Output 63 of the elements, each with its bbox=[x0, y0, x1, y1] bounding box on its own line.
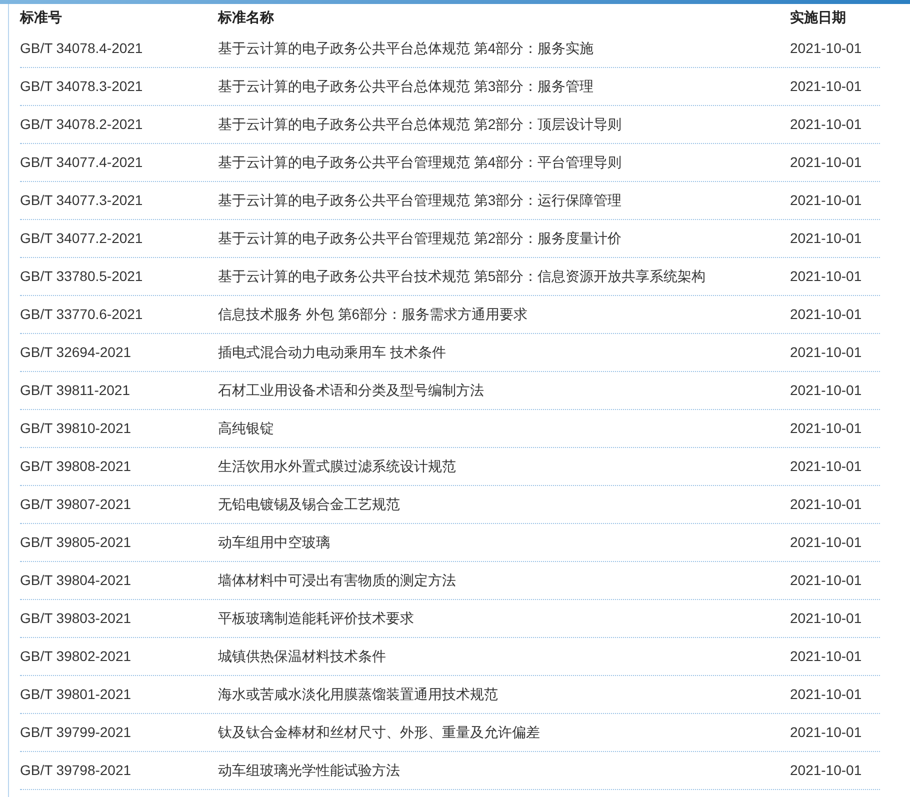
table-cell-text: GB/T 39799-2021 bbox=[20, 723, 132, 742]
table-cell-text: GB/T 34077.2-2021 bbox=[20, 229, 144, 248]
table-cell-text: GB/T 34078.2-2021 bbox=[20, 115, 144, 134]
table-cell-text: GB/T 39798-2021 bbox=[20, 761, 132, 780]
table-cell-text: 2021-10-01 bbox=[790, 153, 863, 172]
table-cell-text: GB/T 39808-2021 bbox=[20, 457, 132, 476]
table-cell-text: GB/T 33770.6-2021 bbox=[20, 305, 144, 324]
table-cell-text: GB/T 39810-2021 bbox=[20, 419, 132, 438]
table-cell-text: GB/T 34077.4-2021 bbox=[20, 153, 144, 172]
table-cell-text: 2021-10-01 bbox=[790, 305, 863, 324]
table-cell-text: 基于云计算的电子政务公共平台技术规范 第5部分：信息资源开放共享系统架构 bbox=[218, 267, 707, 286]
table-cell-text: 2021-10-01 bbox=[790, 685, 863, 704]
table-cell-text: 2021-10-01 bbox=[790, 419, 863, 438]
table-cell-text: 2021-10-01 bbox=[790, 267, 863, 286]
table-cell-text: 2021-10-01 bbox=[790, 381, 863, 400]
table-cell-text: 高纯银锭 bbox=[218, 419, 275, 438]
table-cell-text: 墙体材料中可浸出有害物质的测定方法 bbox=[218, 571, 457, 590]
table-cell-text: GB/T 39802-2021 bbox=[20, 647, 132, 666]
column-header: 标准名称 bbox=[218, 8, 275, 26]
column-header: 标准号 bbox=[20, 8, 63, 26]
table-cell-text: 2021-10-01 bbox=[790, 77, 863, 96]
table-cell-text: 生活饮用水外置式膜过滤系统设计规范 bbox=[218, 457, 457, 476]
table-cell-text: 2021-10-01 bbox=[790, 457, 863, 476]
table-cell-text: GB/T 39803-2021 bbox=[20, 609, 132, 628]
table-cell-text: 插电式混合动力电动乘用车 技术条件 bbox=[218, 343, 447, 362]
table-cell-text: GB/T 39805-2021 bbox=[20, 533, 132, 552]
table-cell-text: 动车组用中空玻璃 bbox=[218, 533, 331, 552]
table-cell-text: 基于云计算的电子政务公共平台管理规范 第3部分：运行保障管理 bbox=[218, 191, 623, 210]
table-cell-text: 2021-10-01 bbox=[790, 723, 863, 742]
table-cell-text: 海水或苦咸水淡化用膜蒸馏装置通用技术规范 bbox=[218, 685, 499, 704]
table-cell-text: 2021-10-01 bbox=[790, 571, 863, 590]
table-cell-text: GB/T 32694-2021 bbox=[20, 343, 132, 362]
table-cell-text: 2021-10-01 bbox=[790, 39, 863, 58]
table-cell-text: GB/T 39807-2021 bbox=[20, 495, 132, 514]
table-cell-text: 基于云计算的电子政务公共平台总体规范 第3部分：服务管理 bbox=[218, 77, 595, 96]
table-cell-text: GB/T 33780.5-2021 bbox=[20, 267, 144, 286]
table-cell-text: 无铅电镀锡及锡合金工艺规范 bbox=[218, 495, 401, 514]
column-header: 实施日期 bbox=[790, 8, 847, 26]
table-cell-text: 钛及钛合金棒材和丝材尺寸、外形、重量及允许偏差 bbox=[218, 723, 541, 742]
table-cell-text: 2021-10-01 bbox=[790, 609, 863, 628]
table-cell-text: GB/T 39804-2021 bbox=[20, 571, 132, 590]
table-cell-text: GB/T 34078.4-2021 bbox=[20, 39, 144, 58]
table-cell-text: GB/T 39801-2021 bbox=[20, 685, 132, 704]
table-cell-text: 2021-10-01 bbox=[790, 191, 863, 210]
table-cell-text: 2021-10-01 bbox=[790, 761, 863, 780]
table-cell-text: GB/T 34078.3-2021 bbox=[20, 77, 144, 96]
table-cell-text: 2021-10-01 bbox=[790, 495, 863, 514]
table-cell-text: GB/T 34077.3-2021 bbox=[20, 191, 144, 210]
table-cell-text: 基于云计算的电子政务公共平台总体规范 第4部分：服务实施 bbox=[218, 39, 595, 58]
table-cell-text: 2021-10-01 bbox=[790, 343, 863, 362]
table-cell-text: 2021-10-01 bbox=[790, 533, 863, 552]
table-cell-text: 基于云计算的电子政务公共平台管理规范 第2部分：服务度量计价 bbox=[218, 229, 623, 248]
table-cell-text: 2021-10-01 bbox=[790, 647, 863, 666]
table-cell-text: 石材工业用设备术语和分类及型号编制方法 bbox=[218, 381, 485, 400]
table-cell-text: 信息技术服务 外包 第6部分：服务需求方通用要求 bbox=[218, 305, 529, 324]
table-cell-text: 2021-10-01 bbox=[790, 229, 863, 248]
table-cell-text: 基于云计算的电子政务公共平台管理规范 第4部分：平台管理导则 bbox=[218, 153, 623, 172]
table-cell-text: 城镇供热保温材料技术条件 bbox=[218, 647, 387, 666]
table-cell-text: 2021-10-01 bbox=[790, 115, 863, 134]
table-cell-text: GB/T 39811-2021 bbox=[20, 381, 132, 400]
table-cell-text: 基于云计算的电子政务公共平台总体规范 第2部分：顶层设计导则 bbox=[218, 115, 623, 134]
table-cell-text: 动车组玻璃光学性能试验方法 bbox=[218, 761, 401, 780]
table-cell-text: 平板玻璃制造能耗评价技术要求 bbox=[218, 609, 415, 628]
